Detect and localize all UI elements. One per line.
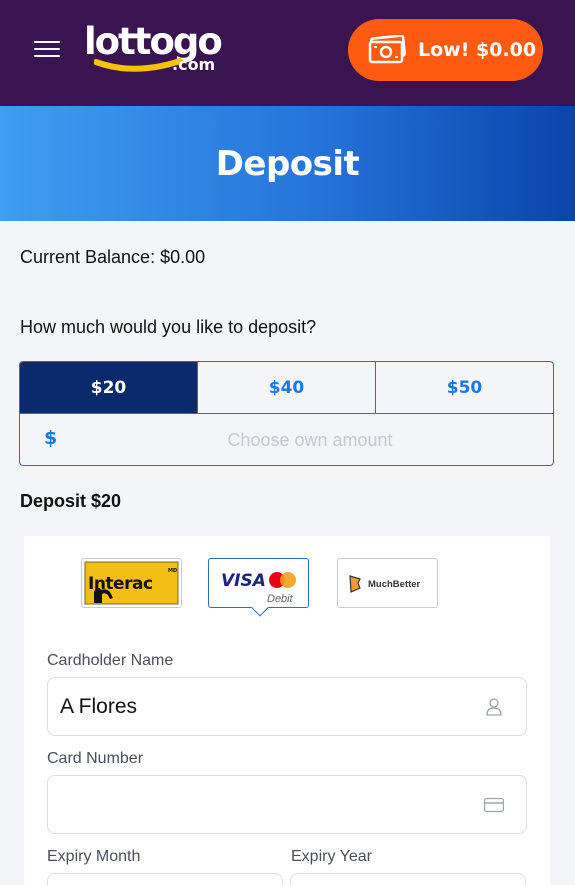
preset-amounts: $20 $40 $50 [20,362,553,414]
muchbetter-logo-icon: MuchBetter [349,575,421,593]
expiry-year-label: Expiry Year [291,848,372,865]
balance-button-label: Low! $0.00 [418,39,537,61]
cardholder-name-field [47,677,527,736]
cardholder-name-label: Cardholder Name [47,652,174,669]
expiry-year-select[interactable] [290,873,526,885]
payment-panel: Interac MD VISA Debit MuchBetter Cardhol… [24,536,550,885]
cardholder-name-input[interactable] [60,690,460,724]
payment-method-muchbetter[interactable]: MuchBetter [337,558,438,608]
balance-button[interactable]: Low! $0.00 [348,19,543,81]
logo-suffix: .com [172,55,216,74]
payment-method-visa-debit[interactable]: VISA Debit [208,558,309,617]
card-number-field [47,775,527,834]
credit-card-icon [484,797,504,813]
logo-swoosh-icon [94,58,183,72]
card-number-label: Card Number [47,750,144,767]
amount-selector: $20 $40 $50 $ [19,361,554,466]
expiry-month-select[interactable] [47,873,283,885]
page-banner: Deposit [0,106,575,221]
amount-option-40[interactable]: $40 [197,362,375,413]
current-balance-text: Current Balance: $0.00 [20,247,206,267]
deposit-question: How much would you like to deposit? [20,317,317,337]
currency-symbol: $ [44,427,58,449]
top-navigation-bar: lottogo .com Low! $0.00 [0,0,575,106]
own-amount-row: $ [20,414,553,465]
debit-label: Debit [267,593,294,605]
cash-icon [368,35,406,64]
interac-logo-icon: Interac MD [84,561,179,605]
payment-method-interac[interactable]: Interac MD [81,558,182,608]
lottogo-logo[interactable]: lottogo .com [84,22,223,82]
muchbetter-logo-text: MuchBetter [368,579,421,590]
amount-option-50[interactable]: $50 [375,362,553,413]
interac-logo-badge: MD [168,568,177,574]
deposit-summary: Deposit $20 [20,491,122,511]
hamburger-menu-icon[interactable] [34,40,62,60]
own-amount-input[interactable] [80,422,540,458]
card-number-input[interactable] [60,788,460,822]
user-icon [486,698,502,716]
page-title: Deposit [215,144,360,184]
expiry-month-label: Expiry Month [47,848,141,865]
amount-option-20[interactable]: $20 [20,362,197,413]
visa-logo-text: VISA [221,571,266,591]
